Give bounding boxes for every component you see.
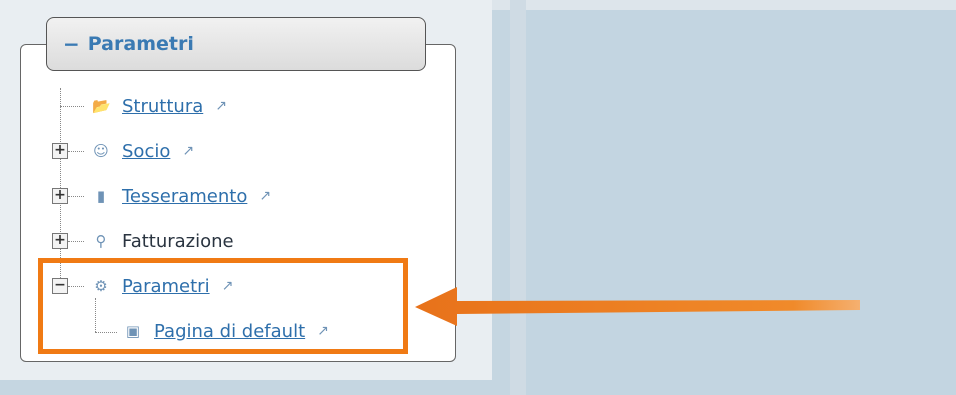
tree-connector: [60, 106, 84, 107]
tree-connector: [68, 241, 84, 242]
annotation-arrow: [415, 287, 860, 326]
tree-label-fatturazione[interactable]: Fatturazione: [122, 231, 234, 252]
parametri-legend-toggle[interactable]: − Parametri: [46, 17, 426, 71]
tree-link-tesseramento[interactable]: Tesseramento: [122, 186, 247, 207]
tree-item-tesseramento: ▮ Tesseramento ↗: [92, 183, 271, 209]
tree-item-fatturazione: ⚲ Fatturazione: [92, 228, 234, 254]
content-area: [526, 10, 956, 395]
highlight-box: [38, 258, 408, 354]
tree-item-socio: ☺ Socio ↗: [92, 138, 194, 164]
card-icon: ▮: [96, 187, 106, 205]
folder-open-icon: 📂: [92, 97, 111, 115]
arrow-shape: [415, 287, 860, 326]
external-link-icon[interactable]: ↗: [215, 98, 227, 114]
expand-fatturazione-toggle[interactable]: +: [52, 233, 68, 249]
tree-connector: [68, 196, 84, 197]
external-link-icon[interactable]: ↗: [182, 143, 194, 159]
user-icon: ☺: [93, 142, 109, 160]
expand-socio-toggle[interactable]: +: [52, 143, 68, 159]
pin-icon: ⚲: [95, 232, 107, 250]
external-link-icon[interactable]: ↗: [259, 188, 271, 204]
tree-link-struttura[interactable]: Struttura: [122, 96, 203, 117]
tree-connector: [68, 151, 84, 152]
tree-link-socio[interactable]: Socio: [122, 141, 170, 162]
tree-item-struttura: 📂 Struttura ↗: [92, 93, 227, 119]
collapse-icon[interactable]: −: [63, 32, 80, 56]
column-separator: [510, 0, 526, 395]
legend-label: Parametri: [87, 33, 194, 55]
expand-tesseramento-toggle[interactable]: +: [52, 188, 68, 204]
